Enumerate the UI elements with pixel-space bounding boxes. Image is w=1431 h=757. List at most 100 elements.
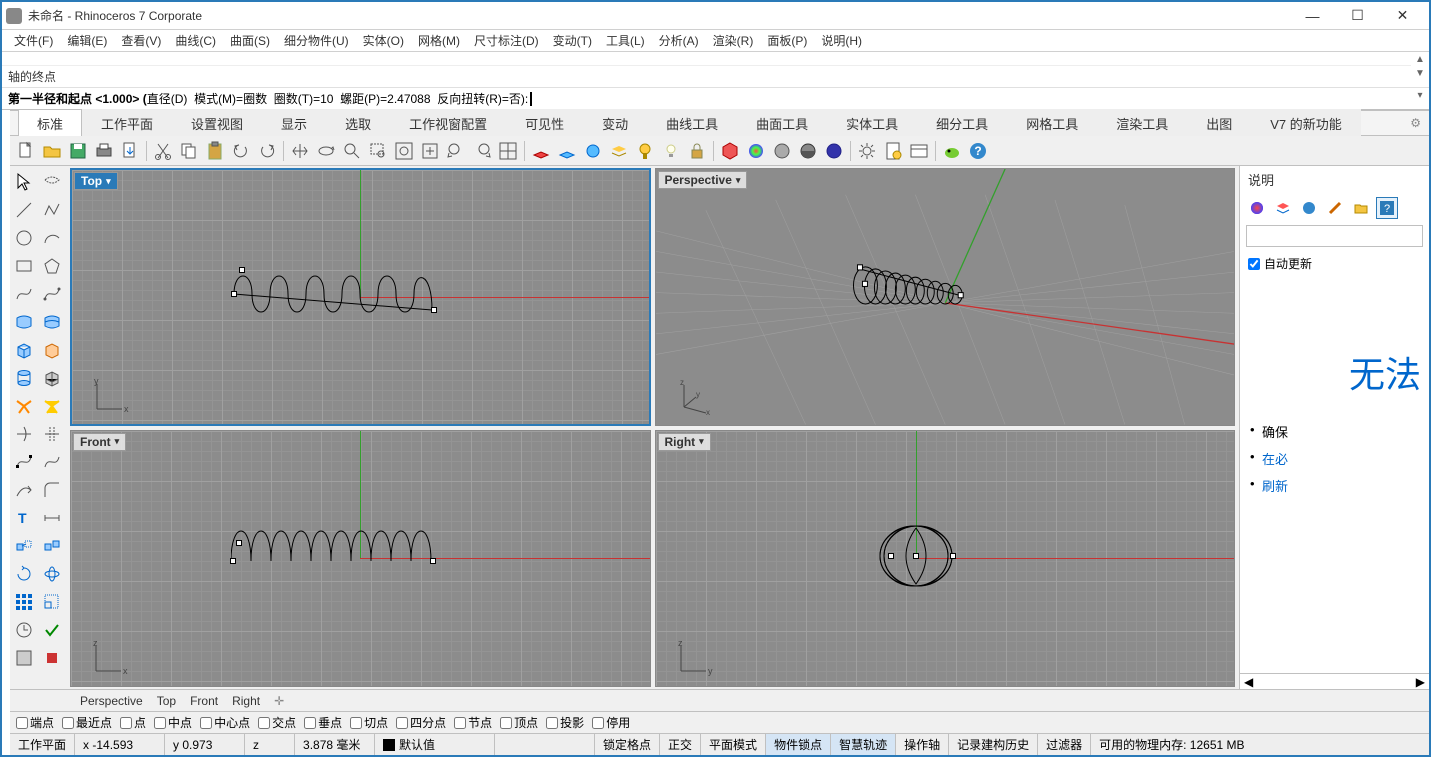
- status-osnap[interactable]: 物件锁点: [766, 734, 831, 755]
- control-point[interactable]: [231, 291, 237, 297]
- paste-icon[interactable]: [203, 139, 227, 163]
- explode-icon[interactable]: [10, 392, 38, 420]
- redo-icon[interactable]: [255, 139, 279, 163]
- shade-selected-icon[interactable]: [796, 139, 820, 163]
- vp-tab-front[interactable]: Front: [190, 694, 218, 708]
- rotate3d-icon[interactable]: [38, 560, 66, 588]
- zoom-extents-icon[interactable]: [392, 139, 416, 163]
- control-point[interactable]: [888, 553, 894, 559]
- panel-materials-icon[interactable]: [1324, 197, 1346, 219]
- new-icon[interactable]: [14, 139, 38, 163]
- panel-libraries-icon[interactable]: [1350, 197, 1372, 219]
- menu-panels[interactable]: 面板(P): [761, 30, 813, 51]
- osnap-intersect[interactable]: 交点: [258, 714, 296, 731]
- zoom-selected-icon[interactable]: [418, 139, 442, 163]
- cut-icon[interactable]: [151, 139, 175, 163]
- split-icon[interactable]: [38, 420, 66, 448]
- check-icon[interactable]: [38, 616, 66, 644]
- line-icon[interactable]: [10, 196, 38, 224]
- control-point[interactable]: [950, 553, 956, 559]
- import-icon[interactable]: [118, 139, 142, 163]
- pan-icon[interactable]: [288, 139, 312, 163]
- viewport-right[interactable]: yz Right▾: [655, 430, 1236, 688]
- extend-icon[interactable]: [10, 476, 38, 504]
- menu-view[interactable]: 查看(V): [115, 30, 167, 51]
- cylinder-icon[interactable]: [10, 364, 38, 392]
- minimize-button[interactable]: —: [1290, 2, 1335, 30]
- rotate-view-icon[interactable]: [314, 139, 338, 163]
- menu-mesh[interactable]: 网格(M): [412, 30, 466, 51]
- undo-icon[interactable]: [229, 139, 253, 163]
- redo-view-icon[interactable]: [470, 139, 494, 163]
- tab-options-gear-icon[interactable]: ⚙: [1410, 116, 1421, 130]
- menu-analyze[interactable]: 分析(A): [653, 30, 705, 51]
- light-icon[interactable]: [659, 139, 683, 163]
- control-point[interactable]: [236, 540, 242, 546]
- control-point[interactable]: [230, 558, 236, 564]
- opt-reverse-label[interactable]: 反向扭转(R)=: [437, 90, 509, 107]
- tab-viewport-layout[interactable]: 工作视窗配置: [390, 109, 506, 138]
- status-cplane[interactable]: 工作平面: [10, 734, 75, 755]
- mesh-icon[interactable]: [38, 364, 66, 392]
- panel-hscroll[interactable]: ◀▶: [1240, 673, 1429, 689]
- osnap-near[interactable]: 最近点: [62, 714, 112, 731]
- menu-edit[interactable]: 编辑(E): [61, 30, 113, 51]
- osnap-knot[interactable]: 节点: [454, 714, 492, 731]
- copy-move-icon[interactable]: [38, 532, 66, 560]
- lasso-icon[interactable]: [38, 168, 66, 196]
- rotate-icon[interactable]: [10, 560, 38, 588]
- set-cplane-icon[interactable]: [555, 139, 579, 163]
- control-point[interactable]: [913, 553, 919, 559]
- panel-search-input[interactable]: [1246, 225, 1423, 247]
- arc-icon[interactable]: [38, 224, 66, 252]
- panel-properties-icon[interactable]: [1246, 197, 1268, 219]
- surface-curve-icon[interactable]: [38, 308, 66, 336]
- control-point[interactable]: [430, 558, 436, 564]
- tab-render-tools[interactable]: 渲染工具: [1097, 109, 1187, 138]
- ghosted-icon[interactable]: [822, 139, 846, 163]
- menu-transform[interactable]: 变动(T): [547, 30, 598, 51]
- layer-icon[interactable]: [607, 139, 631, 163]
- tab-v7-new[interactable]: V7 的新功能: [1251, 109, 1361, 138]
- tab-standard[interactable]: 标准: [18, 109, 82, 138]
- vp-tab-right[interactable]: Right: [232, 694, 260, 708]
- pointer-icon[interactable]: [10, 168, 38, 196]
- tab-drafting[interactable]: 出图: [1187, 109, 1251, 138]
- render-preview-icon[interactable]: [718, 139, 742, 163]
- status-gumball[interactable]: 操作轴: [896, 734, 949, 755]
- vp-tab-perspective[interactable]: Perspective: [80, 694, 143, 708]
- viewport-perspective[interactable]: xyz Perspective▾: [655, 168, 1236, 426]
- dimension-icon[interactable]: [38, 504, 66, 532]
- tab-subd-tools[interactable]: 细分工具: [917, 109, 1007, 138]
- viewport-label-front[interactable]: Front▾: [73, 433, 126, 451]
- status-gridsnap[interactable]: 锁定格点: [595, 734, 660, 755]
- points-off-icon[interactable]: [38, 448, 66, 476]
- render-icon[interactable]: [744, 139, 768, 163]
- command-prompt[interactable]: 第一半径和起点 <1.000> ( 直径(D) 模式(M)= 圈数 圈数(T)=…: [2, 88, 1411, 109]
- osnap-center[interactable]: 中心点: [200, 714, 250, 731]
- panel-layers-icon[interactable]: [1272, 197, 1294, 219]
- array-icon[interactable]: [10, 588, 38, 616]
- menu-render[interactable]: 渲染(R): [707, 30, 760, 51]
- scale-icon[interactable]: [38, 588, 66, 616]
- viewport-top[interactable]: xy Top▾: [70, 168, 651, 426]
- tab-visibility[interactable]: 可见性: [506, 109, 583, 138]
- vp-tab-top[interactable]: Top: [157, 694, 176, 708]
- rectangle-icon[interactable]: [10, 252, 38, 280]
- control-point[interactable]: [239, 267, 245, 273]
- menu-surface[interactable]: 曲面(S): [224, 30, 276, 51]
- undo-view-icon[interactable]: [444, 139, 468, 163]
- opt-pitch-label[interactable]: 螺距(P)=: [340, 90, 387, 107]
- auto-update-checkbox[interactable]: 自动更新: [1240, 249, 1429, 278]
- circle-icon[interactable]: [10, 224, 38, 252]
- menu-solid[interactable]: 实体(O): [357, 30, 410, 51]
- polyline-icon[interactable]: [38, 196, 66, 224]
- shade-icon[interactable]: [770, 139, 794, 163]
- osnap-perp[interactable]: 垂点: [304, 714, 342, 731]
- control-point[interactable]: [431, 307, 437, 313]
- osnap-tan[interactable]: 切点: [350, 714, 388, 731]
- points-on-icon[interactable]: [10, 448, 38, 476]
- tab-surface-tools[interactable]: 曲面工具: [737, 109, 827, 138]
- status-history[interactable]: 记录建构历史: [949, 734, 1038, 755]
- tab-curve-tools[interactable]: 曲线工具: [647, 109, 737, 138]
